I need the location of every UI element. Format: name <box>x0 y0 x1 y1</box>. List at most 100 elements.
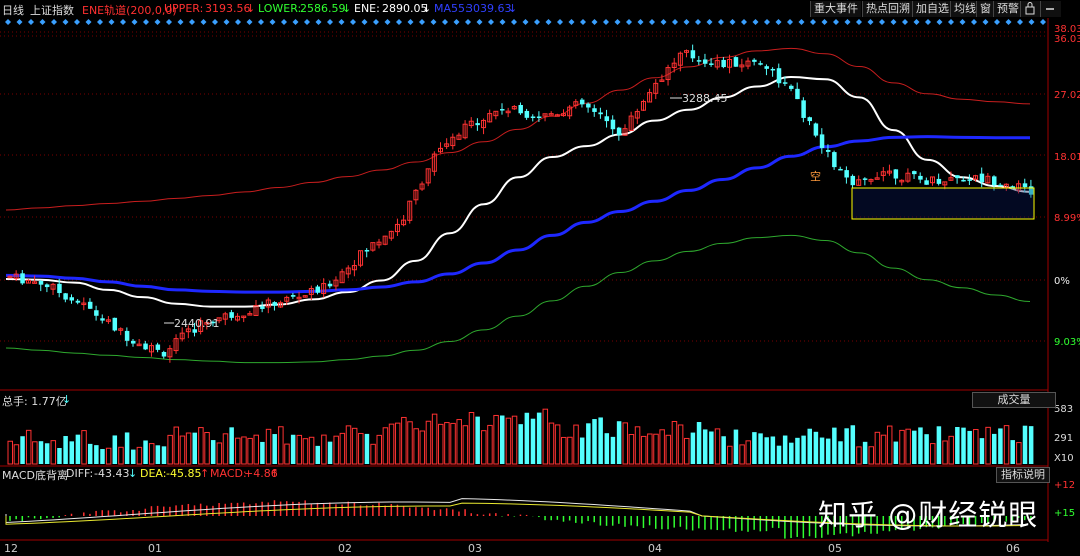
volume-bar-down <box>893 441 899 464</box>
event-diamond-icon <box>476 19 483 25</box>
volume-bar-up <box>265 428 272 465</box>
period-label[interactable]: 日线 <box>2 2 24 18</box>
volume-bar-down <box>1010 440 1015 464</box>
kline-chart[interactable]: 3288.45 2440.91 空 38.03% 36.03 27.02 18.… <box>0 18 1080 542</box>
event-diamond-icon <box>936 19 943 25</box>
candle-down <box>770 68 776 71</box>
volume-bar-down <box>69 441 74 464</box>
event-diamond-icon <box>1040 19 1046 25</box>
event-diamond-icon <box>637 19 644 25</box>
volume-indicator-button[interactable]: 成交量 <box>972 392 1056 408</box>
add-watchlist-button[interactable]: 加自选 <box>912 1 952 17</box>
volume-bar-up <box>487 424 493 465</box>
volume-bar-down <box>530 418 536 464</box>
window-button[interactable]: 窗 <box>976 1 994 17</box>
candle-down <box>862 178 868 180</box>
candle-down <box>112 317 118 331</box>
event-diamond-icon <box>384 19 391 25</box>
volume-bar-down <box>789 442 794 464</box>
candle-down <box>752 59 757 62</box>
event-diamond-icon <box>821 19 828 25</box>
candle-down <box>819 134 825 148</box>
event-diamond-icon <box>1017 19 1023 25</box>
macd-indicator-name[interactable]: MACD底背离 <box>2 467 68 483</box>
volume-bar-up <box>880 434 887 465</box>
volume-bar-down <box>63 436 68 464</box>
hot-replay-button[interactable]: 热点回溯 <box>862 1 913 17</box>
alert-button[interactable]: 预警 <box>993 1 1022 17</box>
volume-bars[interactable] <box>7 408 1034 465</box>
volume-bar-up <box>185 432 192 465</box>
volume-bar-up <box>511 415 518 465</box>
event-diamond-icon <box>672 19 678 25</box>
volume-bar-up <box>438 423 444 465</box>
candle-down <box>807 117 812 122</box>
volume-bar-down <box>38 441 44 464</box>
candle-down <box>536 116 542 119</box>
event-diamond-icon <box>511 19 517 25</box>
volume-bar-up <box>1016 442 1022 465</box>
event-diamond-icon <box>62 19 69 25</box>
major-events-button[interactable]: 重大事件 <box>810 1 861 17</box>
candle-down <box>696 60 702 62</box>
volume-bar-down <box>825 438 831 464</box>
minus-icon[interactable] <box>1040 1 1061 17</box>
volume-bar-up <box>647 433 653 465</box>
volume-bar-up <box>886 425 893 465</box>
volume-bar-up <box>394 422 401 465</box>
event-diamond-icon <box>614 19 621 25</box>
candle-down <box>801 100 806 118</box>
indicator-help-button[interactable]: 指标说明 <box>996 467 1050 483</box>
volume-bar-up <box>481 430 487 465</box>
event-diamond-icon <box>913 19 920 25</box>
candle-down <box>124 330 130 341</box>
event-diamond-icon <box>833 19 839 25</box>
volume-bar-down <box>260 441 265 464</box>
volume-bar-down <box>912 430 917 464</box>
volume-bar-down <box>696 422 702 464</box>
candle-down <box>690 50 696 59</box>
volume-bar-up <box>425 420 432 465</box>
volume-bar-up <box>628 434 635 465</box>
volume-bar-down <box>518 424 523 464</box>
macd-label: MACD: <box>210 467 247 480</box>
event-diamond-icon <box>350 19 356 25</box>
candle-down <box>979 173 985 183</box>
event-diamond-icon <box>499 19 506 25</box>
volume-bar-down <box>94 445 99 464</box>
volume-bar-up <box>284 443 290 465</box>
avg-line-button[interactable]: 均线 <box>950 1 979 17</box>
price-axis-label: 36.03 <box>1054 34 1080 45</box>
volume-bar-up <box>622 422 628 465</box>
candle-down <box>961 179 966 182</box>
candle-down <box>586 103 591 108</box>
volume-bar-down <box>598 417 603 464</box>
event-diamond-icon <box>74 19 80 25</box>
event-diamond-icon <box>902 19 908 25</box>
symbol-label[interactable]: 上证指数 <box>30 2 74 18</box>
price-axis-label: 8.99% <box>1054 213 1080 224</box>
candle-down <box>87 301 93 309</box>
candle-down <box>315 286 320 293</box>
volume-bar-down <box>776 445 782 464</box>
candle-down <box>475 123 480 126</box>
volume-bar-down <box>124 432 130 464</box>
volume-bar-up <box>677 424 684 465</box>
event-diamond-icon <box>994 19 1000 25</box>
event-markers[interactable] <box>5 19 1046 25</box>
event-diamond-icon <box>844 19 851 25</box>
volume-bar-up <box>634 426 641 465</box>
volume-bar-up <box>573 424 579 465</box>
candle-down <box>131 340 136 344</box>
volume-bar-down <box>918 427 923 464</box>
lock-icon[interactable] <box>1020 1 1041 17</box>
event-diamond-icon <box>925 19 931 25</box>
candle-down <box>524 110 530 118</box>
event-diamond-icon <box>1028 19 1035 25</box>
ene-indicator-label[interactable]: ENE轨道(200,0,0) <box>82 2 177 18</box>
volume-bar-down <box>616 421 622 464</box>
event-diamond-icon <box>327 19 333 25</box>
x-axis-label: 02 <box>338 542 352 555</box>
candle-down <box>789 85 794 89</box>
volume-bar-down <box>610 436 616 464</box>
